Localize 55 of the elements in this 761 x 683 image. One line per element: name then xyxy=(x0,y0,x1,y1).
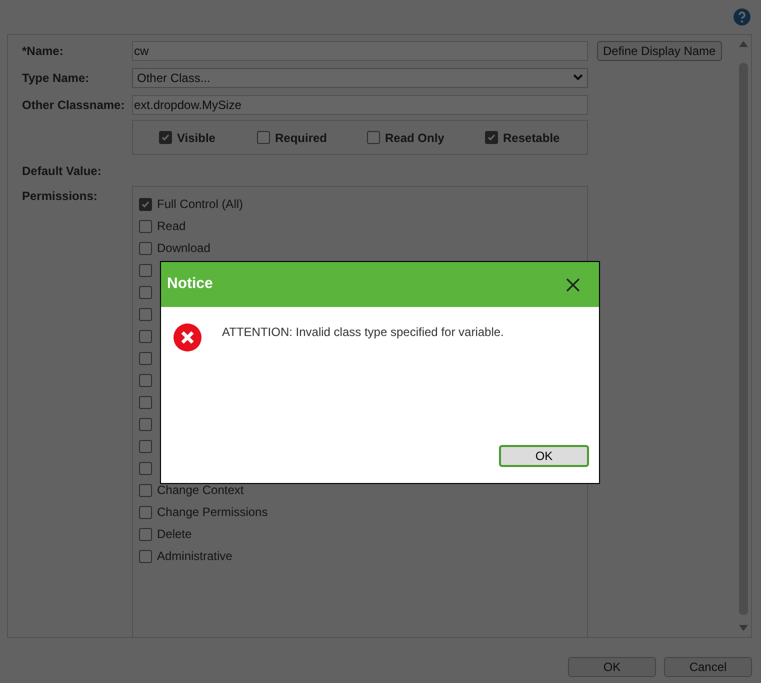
checkbox[interactable] xyxy=(139,528,152,540)
checkbox[interactable] xyxy=(139,462,152,474)
checkmark-icon xyxy=(141,200,150,208)
checkbox[interactable] xyxy=(485,131,498,144)
checkbox[interactable] xyxy=(139,330,152,342)
field-label: Permissions: xyxy=(22,188,98,205)
checkmark-icon xyxy=(161,133,170,142)
help-icon[interactable] xyxy=(733,8,751,26)
dialog-message: ATTENTION: Invalid class type specified for variable. xyxy=(222,324,504,341)
checkbox[interactable] xyxy=(139,308,152,320)
dialog-button[interactable]: Cancel xyxy=(664,657,752,677)
permission-label: Change Permissions xyxy=(157,504,268,521)
checkbox[interactable] xyxy=(139,396,152,408)
checkbox[interactable] xyxy=(139,440,152,452)
field-label: Default Value: xyxy=(22,163,102,180)
option-label: Required xyxy=(275,130,328,146)
field-label: Type Name: xyxy=(22,70,90,86)
permission-label: Full Control (All) xyxy=(157,196,244,213)
scroll-down-icon[interactable] xyxy=(738,625,748,631)
dialog-button[interactable]: OK xyxy=(568,657,656,677)
checkbox[interactable] xyxy=(139,220,152,232)
checkbox[interactable] xyxy=(139,286,152,298)
checkbox[interactable] xyxy=(139,264,152,276)
field-label: Other Classname: xyxy=(22,96,126,114)
checkbox[interactable] xyxy=(139,242,152,254)
text-field[interactable]: ext.dropdow.MySize xyxy=(132,94,588,114)
checkbox[interactable] xyxy=(367,131,380,144)
checkmark-icon xyxy=(487,133,496,142)
option-label: Visible xyxy=(177,130,216,146)
checkbox[interactable] xyxy=(139,198,152,210)
field-label: *Name: xyxy=(22,42,64,60)
permission-label: Change Context xyxy=(157,482,244,499)
dialog-title: Notice xyxy=(167,274,213,294)
checkbox[interactable] xyxy=(159,131,172,144)
permission-label: Download xyxy=(157,240,210,257)
checkbox[interactable] xyxy=(139,506,152,518)
scroll-up-icon[interactable] xyxy=(738,41,748,47)
checkbox[interactable] xyxy=(139,352,152,364)
checkbox[interactable] xyxy=(257,131,270,144)
checkbox[interactable] xyxy=(139,374,152,386)
checkbox[interactable] xyxy=(139,550,152,562)
define-display-name-button[interactable]: Define Display Name xyxy=(597,40,722,60)
permission-label: Administrative xyxy=(157,548,232,565)
error-icon xyxy=(173,323,202,352)
ok-button[interactable]: OK xyxy=(499,445,589,467)
chevron-icon xyxy=(573,74,583,81)
permission-label: Read xyxy=(157,218,186,235)
option-label: Resetable xyxy=(503,130,560,146)
option-label: Read Only xyxy=(385,130,444,146)
text-field[interactable]: cw xyxy=(132,40,588,60)
permission-label: Delete xyxy=(157,526,192,543)
type-select[interactable]: Other Class... xyxy=(132,68,588,88)
checkbox[interactable] xyxy=(139,418,152,430)
checkbox[interactable] xyxy=(139,484,152,496)
close-icon[interactable] xyxy=(566,278,580,292)
